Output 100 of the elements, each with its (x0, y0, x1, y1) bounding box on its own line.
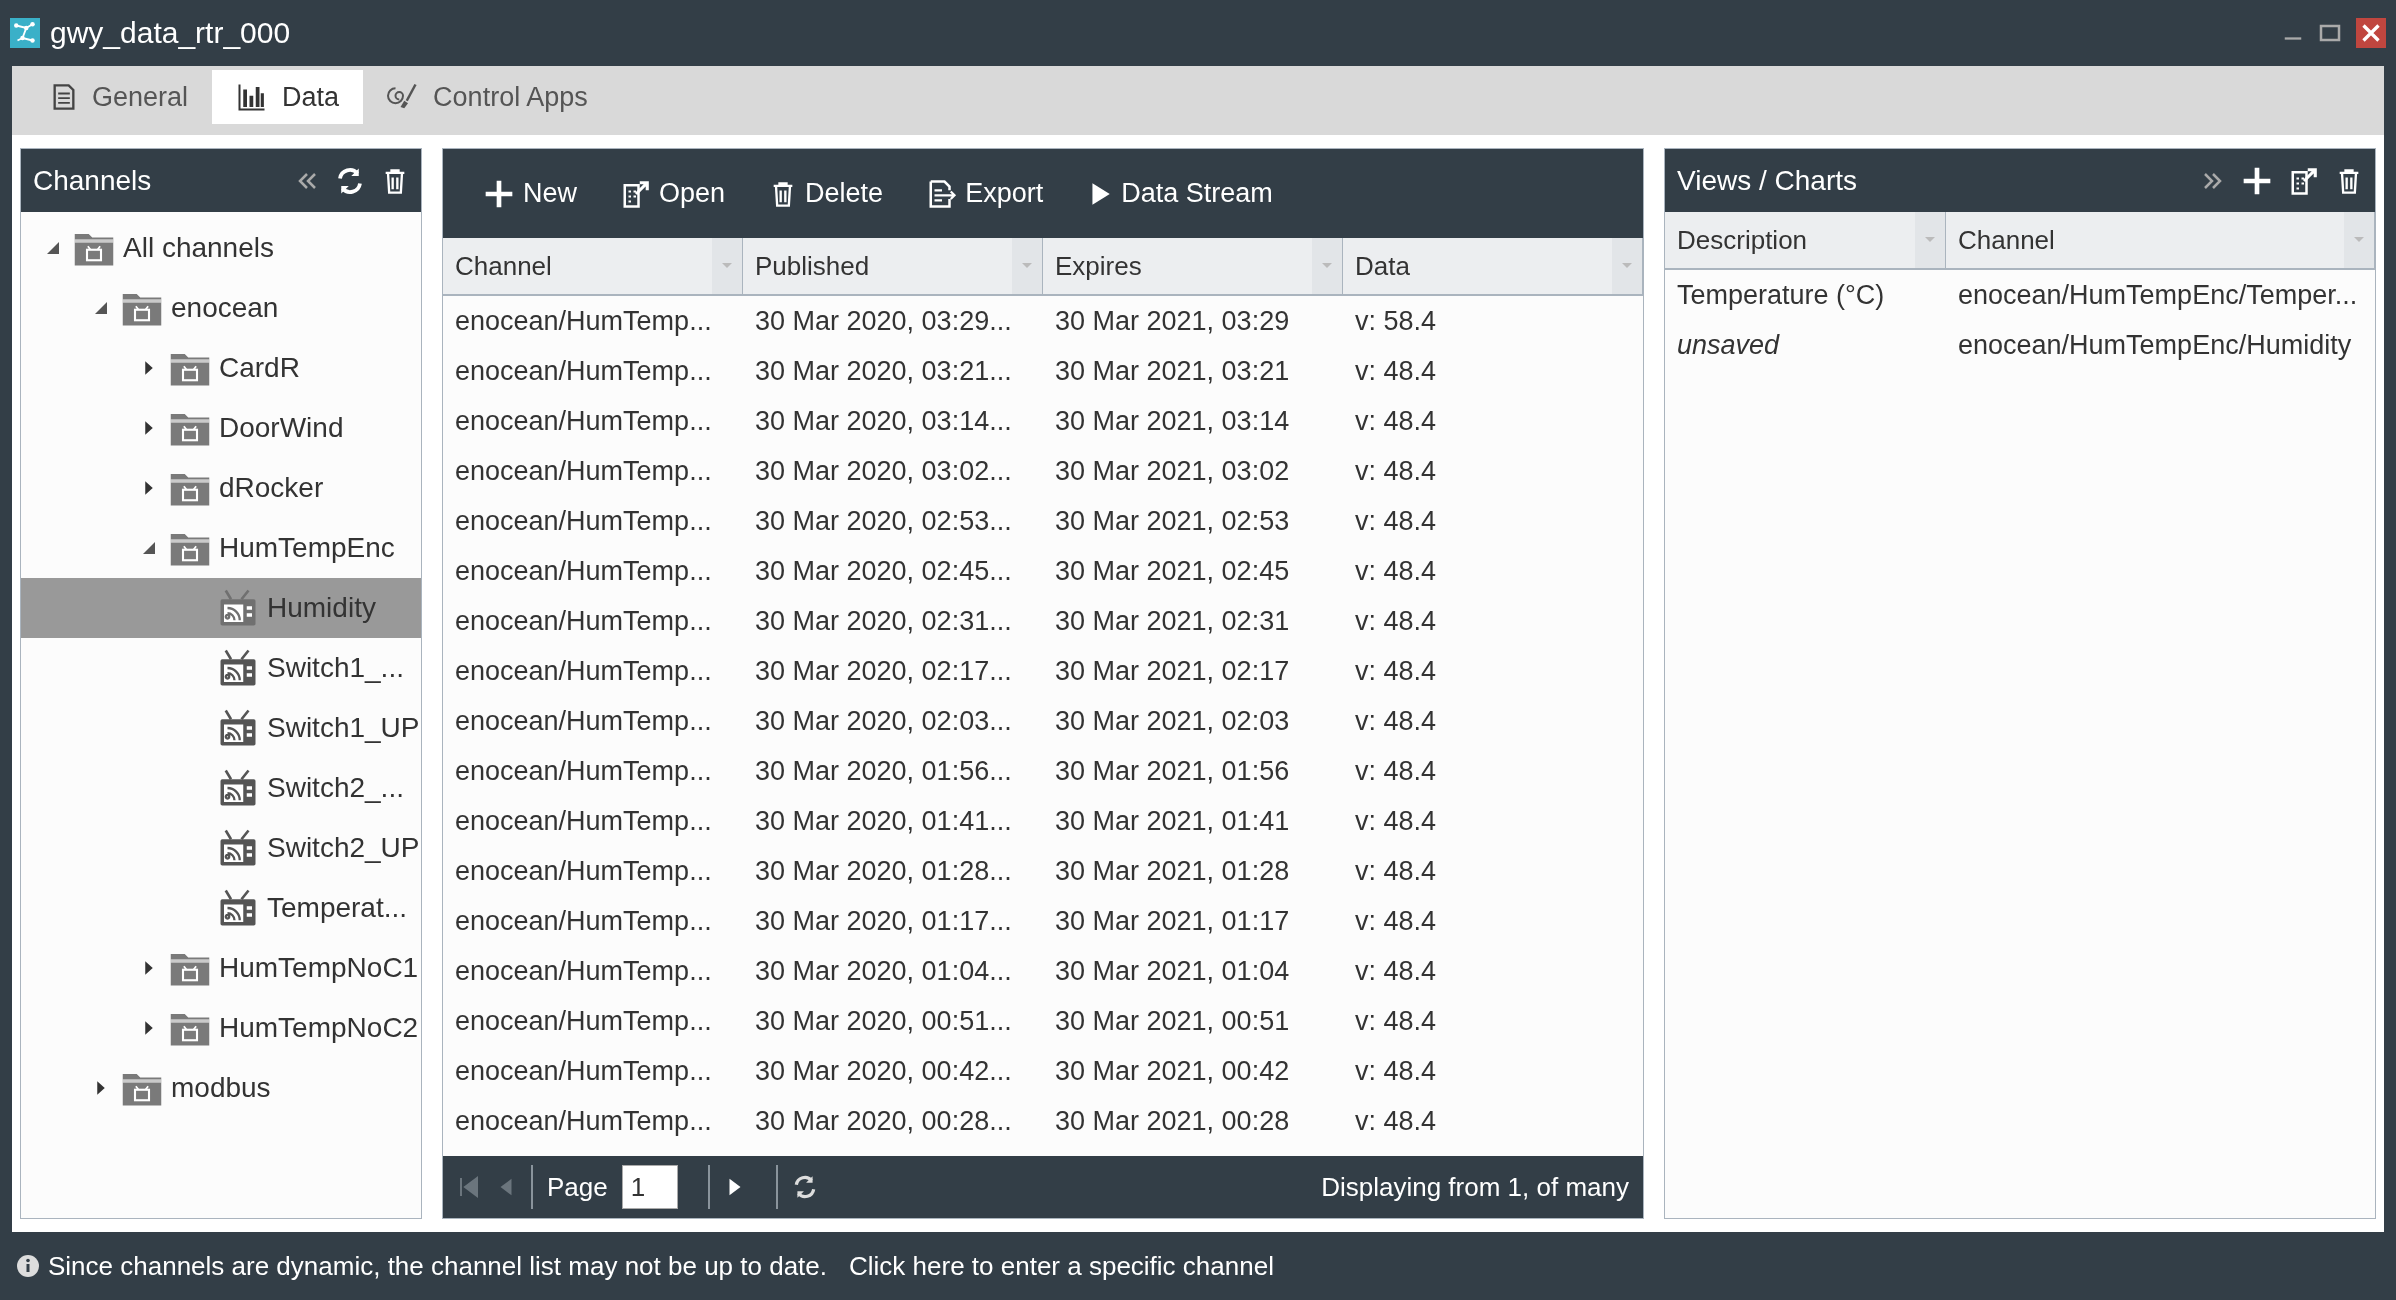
toolbar-button[interactable]: Open (621, 178, 726, 209)
table-cell-text: enocean/HumTempEnc/Humidity (1957, 328, 2353, 362)
table-cell-text: 30 Mar 2020, 00:28... (754, 1104, 1013, 1138)
column-header[interactable]: Channel (443, 238, 743, 296)
close-button[interactable] (2356, 18, 2386, 48)
column-header[interactable]: Description (1665, 212, 1946, 270)
column-header[interactable]: Data (1343, 238, 1643, 296)
tree-item[interactable]: HumTempNoC2 (21, 998, 421, 1058)
table-cell-text: 30 Mar 2021, 01:28 (1054, 854, 1291, 888)
toolbar-button[interactable]: New (483, 177, 577, 210)
toolbar-button[interactable]: Data Stream (1087, 178, 1273, 209)
table-cell-text: v: 48.4 (1354, 504, 1438, 538)
tree-item[interactable]: Switch1_... (21, 638, 421, 698)
table-cell-text: v: 58.4 (1354, 304, 1438, 338)
table-cell-text: enocean/HumTemp... (454, 954, 713, 988)
table-cell-text: enocean/HumTemp... (454, 1054, 713, 1088)
table-cell-text: 30 Mar 2020, 01:17... (754, 904, 1013, 938)
table-cell-text: enocean/HumTemp... (454, 604, 713, 638)
table-cell-text: 30 Mar 2020, 02:17... (754, 654, 1013, 688)
table-cell-text: v: 48.4 (1354, 404, 1438, 438)
column-header[interactable]: Published (743, 238, 1043, 296)
tree-item[interactable]: Switch1_UP (21, 698, 421, 758)
table-cell-text: v: 48.4 (1354, 954, 1438, 988)
paging-status: Displaying from 1, of many (1321, 1171, 1629, 1203)
table-cell-text: enocean/HumTemp... (454, 854, 713, 888)
toolbar-button[interactable]: Export (927, 178, 1044, 209)
table-cell-text: enocean/HumTemp... (454, 654, 713, 688)
enter-channel-link[interactable]: Click here to enter a specific channel (849, 1250, 1274, 1282)
table-cell-text: 30 Mar 2021, 03:14 (1054, 404, 1291, 438)
table-cell-text: 30 Mar 2020, 01:56... (754, 754, 1013, 788)
panel-title: Channels (33, 164, 152, 197)
table-cell-text: enocean/HumTemp... (454, 504, 713, 538)
table-cell-text: v: 48.4 (1354, 354, 1438, 388)
table-cell-text: 30 Mar 2020, 03:02... (754, 454, 1013, 488)
tree-item[interactable]: dRocker (21, 458, 421, 518)
window-title: gwy_data_rtr_000 (50, 16, 291, 50)
table-cell-text: enocean/HumTempEnc/Temper... (1957, 278, 2359, 312)
table-cell-text: enocean/HumTemp... (454, 804, 713, 838)
tree-item[interactable]: CardR (21, 338, 421, 398)
tree-item[interactable]: Switch2_... (21, 758, 421, 818)
table-cell-text: 30 Mar 2020, 02:03... (754, 704, 1013, 738)
table-cell-text: 30 Mar 2021, 02:45 (1054, 554, 1291, 588)
table-cell-text: v: 48.4 (1354, 704, 1438, 738)
tab[interactable]: General (26, 70, 213, 124)
column-header[interactable]: Channel (1946, 212, 2375, 270)
table-cell-text: 30 Mar 2021, 01:17 (1054, 904, 1291, 938)
table-cell-text: enocean/HumTemp... (454, 454, 713, 488)
edit-icon[interactable] (2289, 165, 2319, 196)
app-logo-icon (10, 18, 40, 48)
table-cell-text: v: 48.4 (1354, 904, 1438, 938)
table-cell-text: 30 Mar 2021, 00:51 (1054, 1004, 1291, 1038)
table-cell-text: enocean/HumTemp... (454, 1004, 713, 1038)
table-cell-text: v: 48.4 (1354, 754, 1438, 788)
table-cell-text: 30 Mar 2021, 00:28 (1054, 1104, 1291, 1138)
table-cell-text: 30 Mar 2020, 00:42... (754, 1054, 1013, 1088)
table-cell-text: 30 Mar 2021, 02:17 (1054, 654, 1291, 688)
table-cell-text: v: 48.4 (1354, 1104, 1438, 1138)
table-cell-text: 30 Mar 2020, 02:53... (754, 504, 1013, 538)
refresh-icon[interactable] (335, 165, 365, 196)
table-cell-text: Temperature (°C) (1676, 278, 1886, 312)
tree-item[interactable]: Temperat... (21, 878, 421, 938)
table-cell-text: v: 48.4 (1354, 1054, 1438, 1088)
table-cell-text: v: 48.4 (1354, 454, 1438, 488)
edit-icon[interactable] (621, 178, 651, 209)
table-cell-text: enocean/HumTemp... (454, 354, 713, 388)
table-cell-text: enocean/HumTemp... (454, 404, 713, 438)
table-cell-text: enocean/HumTemp... (454, 754, 713, 788)
table-cell-text: enocean/HumTemp... (454, 904, 713, 938)
close-icon (2361, 23, 2381, 43)
tree-item[interactable]: DoorWind (21, 398, 421, 458)
page-input[interactable]: 1 (621, 1165, 678, 1209)
table-cell-text: 30 Mar 2021, 01:56 (1054, 754, 1291, 788)
tab[interactable]: Control Apps (363, 70, 612, 124)
info-icon (16, 1254, 40, 1278)
table-cell-text: enocean/HumTemp... (454, 1104, 713, 1138)
tree-item[interactable]: enocean (21, 278, 421, 338)
table-cell-text: 30 Mar 2021, 02:03 (1054, 704, 1291, 738)
table-cell-text: enocean/HumTemp... (454, 304, 713, 338)
table-cell-text: v: 48.4 (1354, 1004, 1438, 1038)
tree-item[interactable]: Humidity (21, 578, 421, 638)
tab[interactable]: Data (212, 70, 364, 124)
tree-item[interactable]: modbus (21, 1058, 421, 1118)
table-cell-text: 30 Mar 2021, 01:04 (1054, 954, 1291, 988)
table-cell-text: 30 Mar 2020, 01:04... (754, 954, 1013, 988)
page-label: Page (547, 1171, 608, 1203)
table-cell-text: 30 Mar 2021, 00:42 (1054, 1054, 1291, 1088)
column-header[interactable]: Expires (1043, 238, 1343, 296)
toolbar-button[interactable]: Delete (769, 178, 884, 209)
table-cell-text: 30 Mar 2020, 03:14... (754, 404, 1013, 438)
table-cell-text: 30 Mar 2021, 02:53 (1054, 504, 1291, 538)
tree-item[interactable]: HumTempEnc (21, 518, 421, 578)
tree-item[interactable]: All channels (21, 218, 421, 278)
table-cell-text: 30 Mar 2021, 03:02 (1054, 454, 1291, 488)
table-cell-text: 30 Mar 2021, 03:21 (1054, 354, 1291, 388)
tree-item[interactable]: HumTempNoC1 (21, 938, 421, 998)
tree-item[interactable]: Switch2_UP (21, 818, 421, 878)
table-cell-text: v: 48.4 (1354, 604, 1438, 638)
table-cell-text: 30 Mar 2021, 02:31 (1054, 604, 1291, 638)
export-icon[interactable] (927, 178, 958, 209)
table-cell-text: 30 Mar 2021, 01:41 (1054, 804, 1291, 838)
